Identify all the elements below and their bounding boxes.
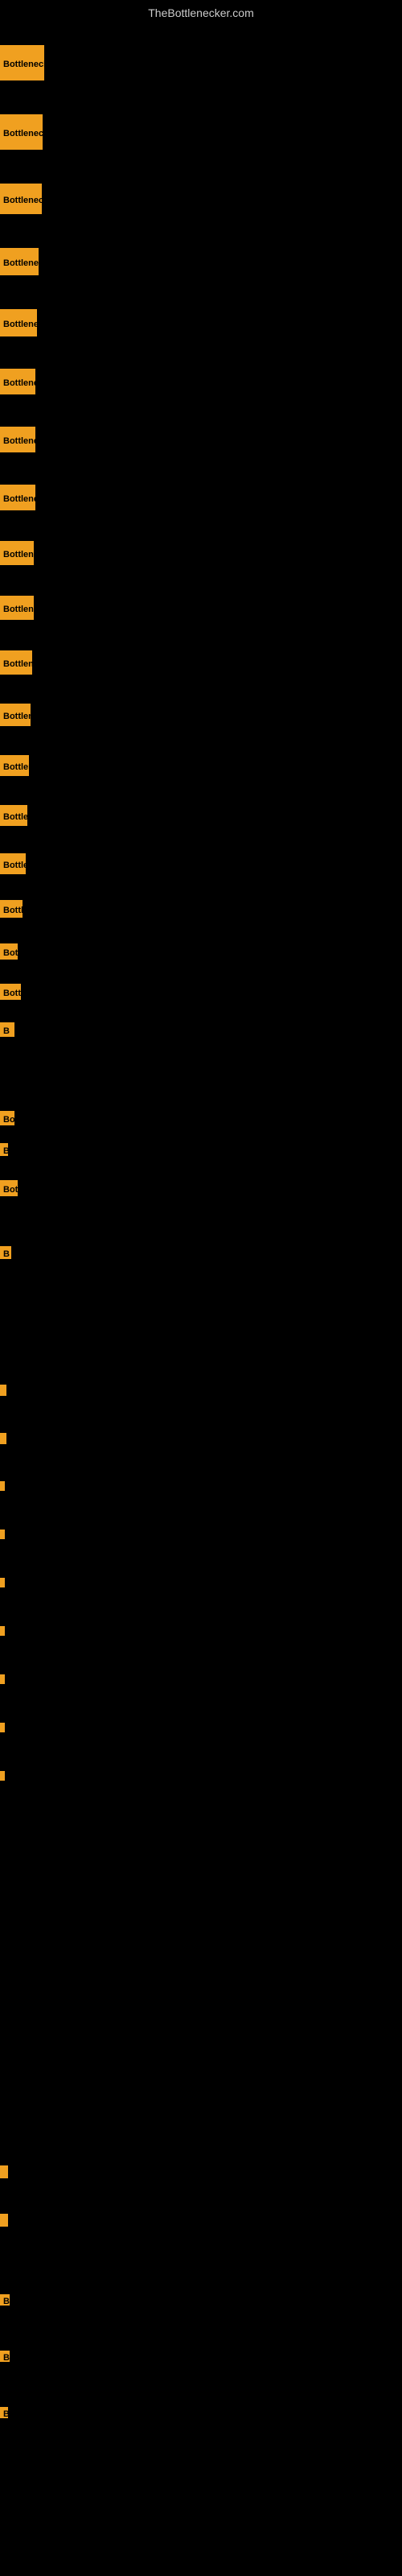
bar-row: Bott xyxy=(0,943,21,960)
bar-track xyxy=(0,1626,5,1636)
bar-label: B xyxy=(0,1022,14,1037)
bar-track xyxy=(0,2214,8,2227)
bar-row xyxy=(0,1433,10,1444)
bar-row xyxy=(0,1481,8,1491)
bar-row: Bottleneck resu xyxy=(0,650,35,675)
bar-row: Bottlen xyxy=(0,984,24,1000)
bar-label: B xyxy=(0,1246,11,1259)
bar-track xyxy=(0,1578,5,1587)
bar-row: B xyxy=(0,2294,13,2306)
bar-row: B xyxy=(0,1022,18,1037)
bar-row: Bottleneck resu xyxy=(0,248,42,275)
bar-label: Bo xyxy=(0,1111,14,1125)
bar-row xyxy=(0,1626,8,1636)
bar-label: B xyxy=(0,2407,8,2418)
bar-row: Bottlenec xyxy=(0,900,26,918)
bar-label: Bottlenec xyxy=(0,900,23,918)
bar-row xyxy=(0,1674,8,1684)
bar-label: Bottleneck resu xyxy=(0,596,34,620)
bar-row xyxy=(0,1723,8,1732)
bar-track xyxy=(0,1433,6,1444)
bar-label: Bottleneck resu xyxy=(0,541,34,565)
bar-row: Bottleneck resu xyxy=(0,309,40,336)
site-title: TheBottlenecker.com xyxy=(0,0,402,23)
bar-label: Bottleneck resu xyxy=(0,248,39,275)
bar-track xyxy=(0,1674,5,1684)
bar-row: Bottleneck result xyxy=(0,45,47,80)
bar-label: Bottleneck re xyxy=(0,755,29,776)
bar-label: Bottlen xyxy=(0,984,21,1000)
bar-label: Bottleneck resu xyxy=(0,650,32,675)
bar-row: Bottleneck resu xyxy=(0,541,37,565)
bar-row xyxy=(0,1530,8,1539)
bar-track xyxy=(0,1481,5,1491)
bar-label: Bottleneck result xyxy=(0,45,44,80)
bar-row: B xyxy=(0,1246,14,1259)
bar-row: Bottleneck resu xyxy=(0,369,39,394)
bar-label: Bottleneck resu xyxy=(0,485,35,510)
bar-label: Bott xyxy=(0,1180,18,1196)
bar-label: Bottleneck re xyxy=(0,805,27,826)
bar-row: B xyxy=(0,2351,13,2362)
bar-row xyxy=(0,1578,8,1587)
bar-label: Bottleneck resu xyxy=(0,309,37,336)
bar-label: Bottleneck res xyxy=(0,704,31,726)
bar-row: Bo xyxy=(0,1111,18,1125)
bar-label: B xyxy=(0,1143,8,1156)
bar-row: B xyxy=(0,1143,11,1156)
bar-track xyxy=(0,1771,5,1781)
bar-row xyxy=(0,1385,10,1396)
bar-row: Bottleneck re xyxy=(0,755,32,776)
bar-label: B xyxy=(0,2351,10,2362)
bar-row: Bottleneck re xyxy=(0,853,29,874)
bar-row: B xyxy=(0,2407,11,2418)
bar-label: Bottleneck re xyxy=(0,853,26,874)
bar-track xyxy=(0,1723,5,1732)
bar-label: Bottleneck resu xyxy=(0,427,35,452)
bar-row: Bott xyxy=(0,1180,21,1196)
bar-label: Bottleneck result xyxy=(0,114,43,150)
bar-row xyxy=(0,1771,8,1781)
bar-row: Bottleneck result xyxy=(0,114,46,150)
bar-track xyxy=(0,1530,5,1539)
bar-row: Bottleneck re xyxy=(0,805,31,826)
bar-row xyxy=(0,2214,11,2227)
bar-label: B xyxy=(0,2294,10,2306)
bar-track xyxy=(0,1385,6,1396)
bar-row: Bottleneck resu xyxy=(0,427,39,452)
bar-row: Bottleneck resu xyxy=(0,596,37,620)
bar-label: Bott xyxy=(0,943,18,960)
bar-row: Bottleneck res xyxy=(0,704,34,726)
bar-track xyxy=(0,2165,8,2178)
bar-row: Bottleneck resu xyxy=(0,184,45,214)
bar-row xyxy=(0,2165,11,2178)
bar-label: Bottleneck resu xyxy=(0,369,35,394)
bar-label: Bottleneck resu xyxy=(0,184,42,214)
bar-row: Bottleneck resu xyxy=(0,485,39,510)
